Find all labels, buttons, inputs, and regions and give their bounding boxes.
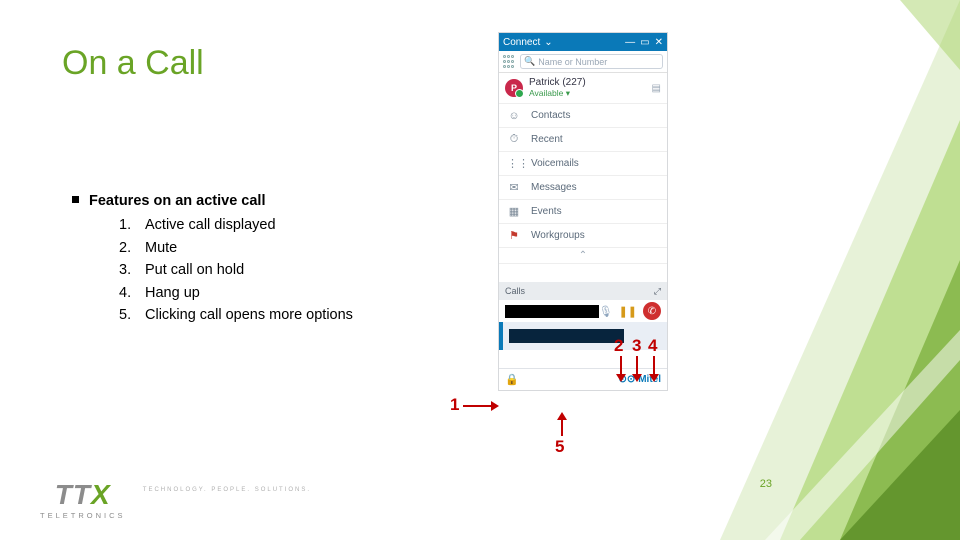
bullet-heading: Features on an active call <box>89 190 353 212</box>
page-number: 23 <box>760 478 772 490</box>
list-item: Active call displayed <box>145 214 276 236</box>
nav-contacts[interactable]: ☺Contacts <box>499 104 667 128</box>
list-item: Mute <box>145 237 177 259</box>
call-row[interactable]: 🎙 ❚❚ ✆ <box>499 300 667 322</box>
avatar: P <box>505 79 523 97</box>
nav-events[interactable]: ▦Events <box>499 200 667 224</box>
annotation-1: 1 <box>450 395 459 415</box>
redacted-active-caller <box>509 329 624 343</box>
list-number: 4. <box>119 282 137 304</box>
workgroups-icon: ⚑ <box>507 229 521 242</box>
contacts-icon: ☺ <box>507 110 521 122</box>
list-number: 1. <box>119 214 137 236</box>
redacted-caller <box>505 305 599 318</box>
collapse-chevron-icon[interactable]: ⌃ <box>499 248 667 264</box>
mute-icon[interactable]: 🎙 <box>599 305 613 318</box>
list-item: Hang up <box>145 282 200 304</box>
lock-icon: 🔒 <box>505 373 519 386</box>
annotation-2: 2 <box>614 336 623 356</box>
slide-title: On a Call <box>62 44 204 83</box>
events-icon: ▦ <box>507 205 521 218</box>
annotation-arrow-2 <box>620 356 622 376</box>
nav-workgroups[interactable]: ⚑Workgroups <box>499 224 667 248</box>
list-item: Put call on hold <box>145 259 244 281</box>
calls-section-header: Calls ⤢ <box>499 282 667 300</box>
window-titlebar: Connect ⌄ — ▭ ✕ <box>499 33 667 51</box>
annotation-4: 4 <box>648 336 657 356</box>
annotation-arrow-3 <box>636 356 638 376</box>
dialpad-icon[interactable] <box>503 55 517 69</box>
user-status[interactable]: Available ▾ <box>529 88 586 99</box>
chevron-down-icon[interactable]: ⌄ <box>544 37 552 48</box>
bullet-square-icon <box>72 196 79 203</box>
list-number: 5. <box>119 304 137 326</box>
nav-voicemails[interactable]: ⋮⋮Voicemails <box>499 152 667 176</box>
voicemail-icon: ⋮⋮ <box>507 157 521 170</box>
background-decoration <box>660 0 960 540</box>
ttx-logo: TTX TECHNOLOGY. PEOPLE. SOLUTIONS. TELET… <box>40 481 126 520</box>
logo-tagline: TECHNOLOGY. PEOPLE. SOLUTIONS. <box>143 487 311 493</box>
minimize-icon[interactable]: — <box>625 37 635 48</box>
nav-recent[interactable]: ⏱Recent <box>499 128 667 152</box>
annotation-arrow-5 <box>561 418 563 436</box>
user-name: Patrick (227) <box>529 77 586 88</box>
nav-messages[interactable]: ✉Messages <box>499 176 667 200</box>
annotation-5: 5 <box>555 437 564 457</box>
search-input[interactable]: 🔍 Name or Number <box>520 54 663 69</box>
user-presence-row[interactable]: P Patrick (227) Available ▾ ▤ <box>499 73 667 104</box>
list-number: 3. <box>119 259 137 281</box>
annotation-3: 3 <box>632 336 641 356</box>
maximize-icon[interactable]: ▭ <box>640 37 649 48</box>
logo-subtext: TELETRONICS <box>40 511 126 520</box>
recent-icon: ⏱ <box>507 133 521 146</box>
calls-expand-icon[interactable]: ⤢ <box>654 286 661 297</box>
hangup-icon[interactable]: ✆ <box>643 302 661 320</box>
card-icon[interactable]: ▤ <box>652 83 661 94</box>
connect-app-screenshot: Connect ⌄ — ▭ ✕ 🔍 Name or Number P Patri… <box>498 32 668 391</box>
list-number: 2. <box>119 237 137 259</box>
messages-icon: ✉ <box>507 181 521 194</box>
active-call-bar[interactable] <box>499 322 667 350</box>
annotation-arrow-4 <box>653 356 655 376</box>
content-block: Features on an active call 1. Active call… <box>72 190 353 327</box>
app-title: Connect <box>503 37 540 48</box>
list-item: Clicking call opens more options <box>145 304 353 326</box>
annotation-arrow-1 <box>463 405 493 407</box>
hold-icon[interactable]: ❚❚ <box>619 305 637 318</box>
search-icon: 🔍 <box>524 56 535 67</box>
close-icon[interactable]: ✕ <box>655 37 663 48</box>
